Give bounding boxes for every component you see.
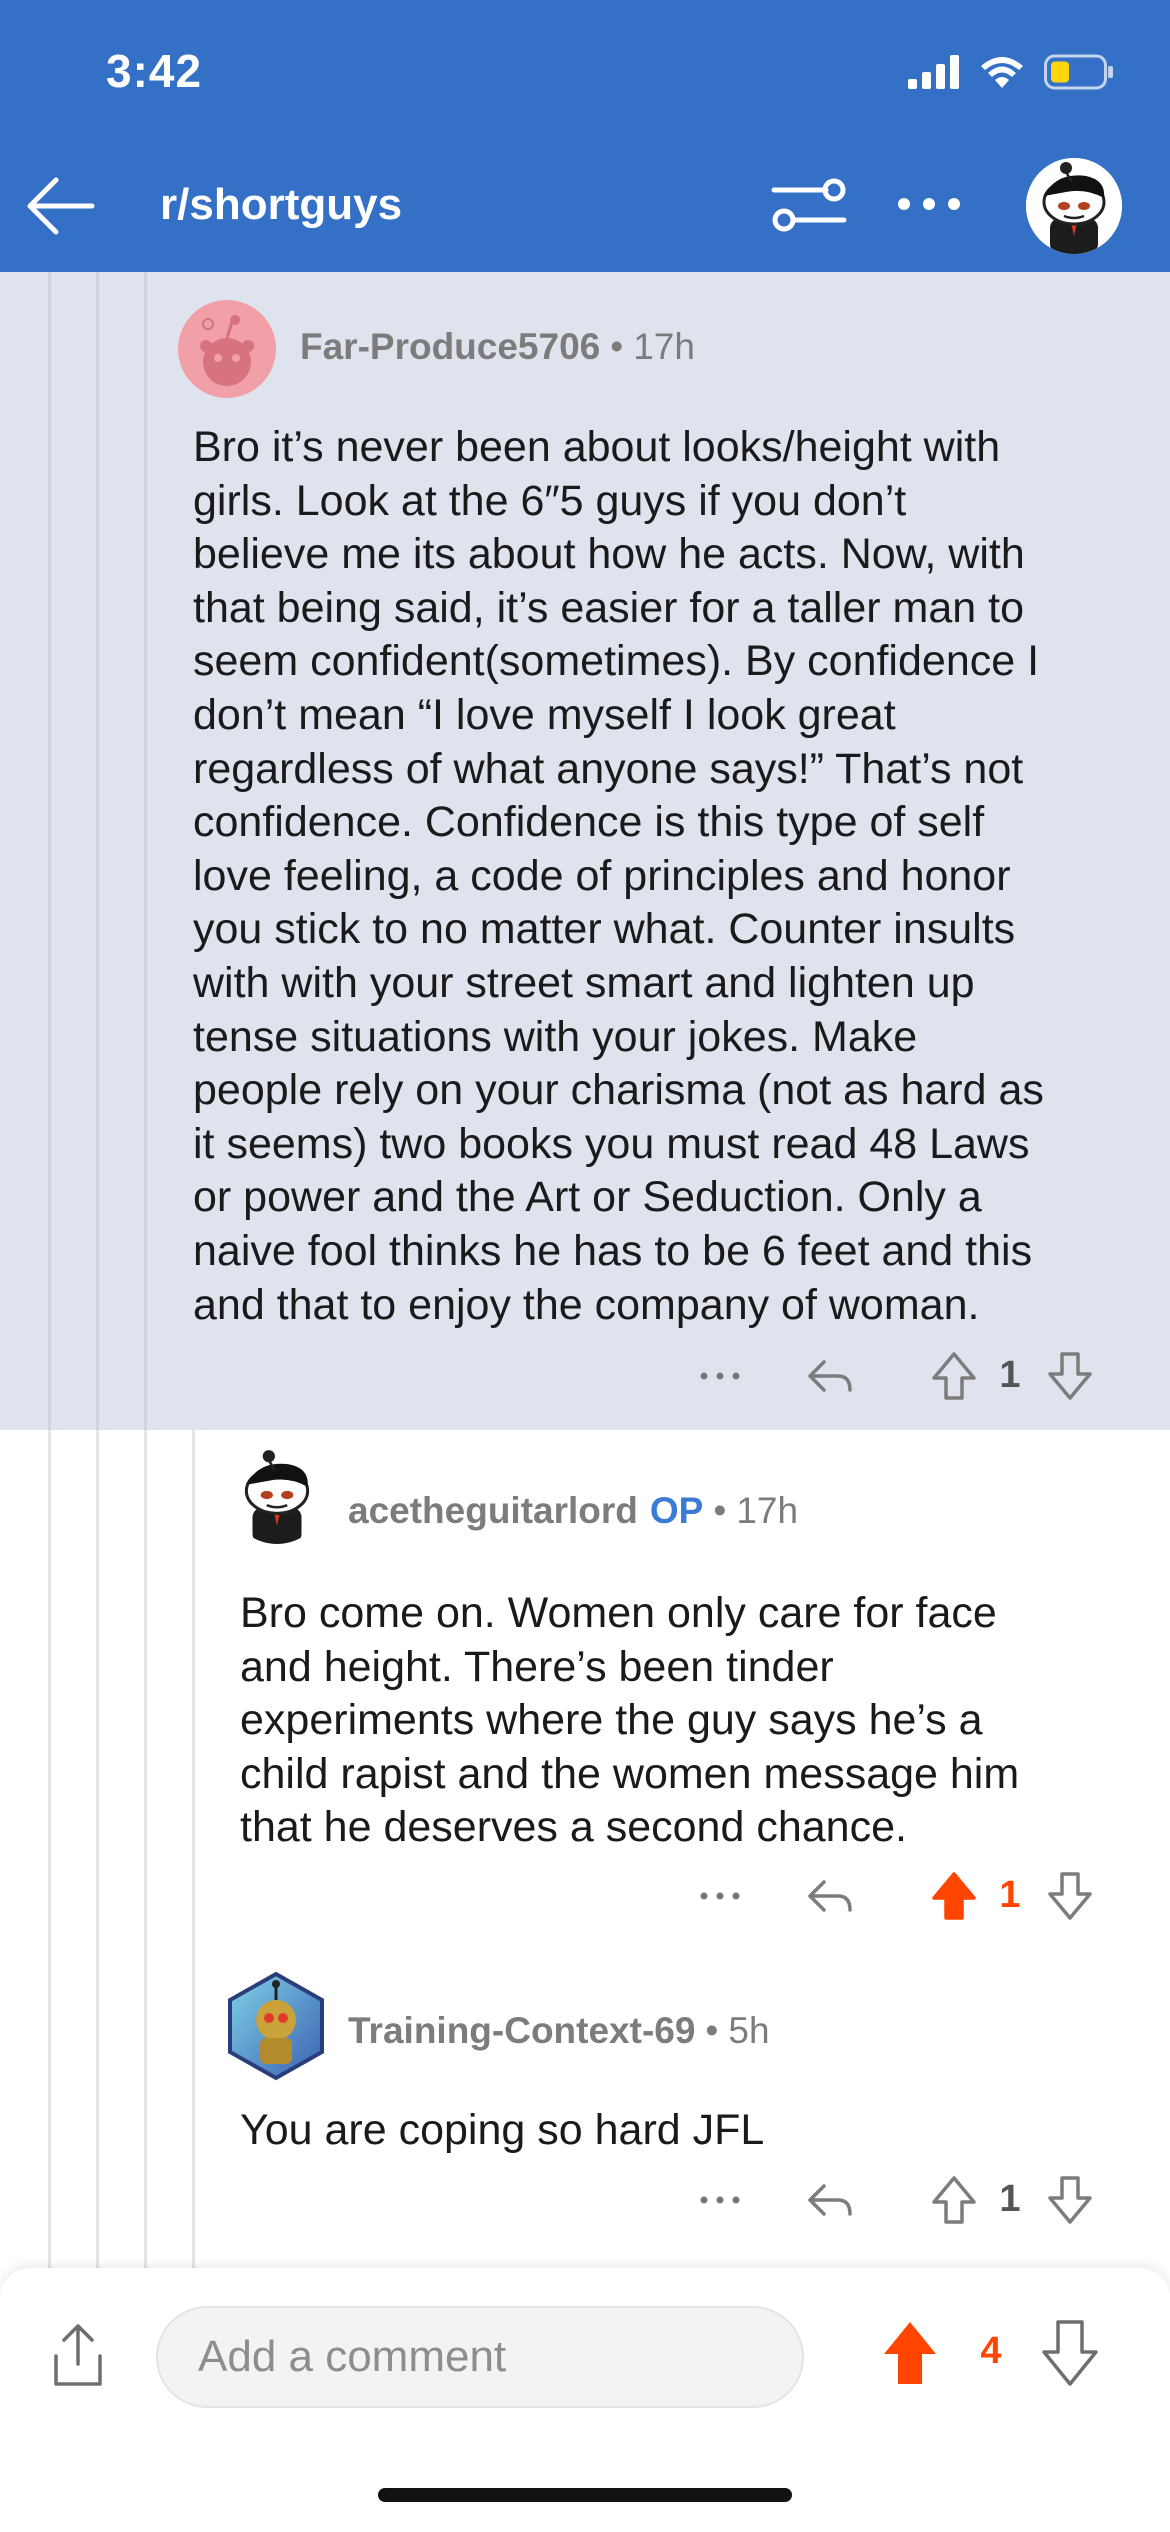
- post-downvote-icon[interactable]: [1040, 2318, 1100, 2388]
- downvote-icon[interactable]: [1044, 1866, 1096, 1926]
- top-header: 3:42 r/shortguys: [0, 0, 1170, 272]
- reply-icon[interactable]: [798, 1346, 858, 1406]
- comment-line: Bro it’s never been about looks/height w…: [193, 423, 1001, 471]
- cellular-signal-icon: [908, 55, 959, 89]
- share-icon[interactable]: [46, 2320, 110, 2392]
- comment-line: You are coping so hard JFL: [240, 2106, 765, 2154]
- snoo-avatar-icon: [1026, 158, 1122, 254]
- comment-body: Bro it’s never been about looks/height w…: [193, 421, 1044, 1332]
- comment-line: experiments where the guy says he’s a: [240, 1696, 983, 1745]
- comment-line: naive fool thinks he has to be 6 feet an…: [193, 1226, 1033, 1275]
- comment-line: believe me its about how he acts. Now, w…: [193, 530, 1025, 579]
- commenter-avatar[interactable]: [178, 300, 276, 398]
- comment-header: acetheguitarlord OP • 17h: [348, 1490, 798, 1532]
- thread-line[interactable]: [48, 272, 51, 1430]
- comment-line: confidence. Confidence is this type of s…: [193, 798, 985, 847]
- comment-body: Bro come on. Women only care for face an…: [240, 1587, 1019, 1855]
- comment-line: don’t mean “I love myself I look great: [193, 690, 896, 739]
- commenter-avatar[interactable]: [228, 1446, 326, 1544]
- op-flair: OP: [649, 1490, 704, 1531]
- comment-line: that he deserves a second chance.: [240, 1803, 907, 1852]
- comment-actions: 1: [690, 1346, 1100, 1406]
- upvote-icon[interactable]: [928, 1346, 980, 1406]
- upvote-icon-active[interactable]: [928, 1866, 980, 1926]
- status-icons: [908, 52, 1114, 92]
- comment-line: love feeling, a code of principles and h…: [193, 851, 1011, 900]
- comment-username[interactable]: acetheguitarlord: [348, 1490, 638, 1532]
- more-options-icon[interactable]: [690, 2170, 750, 2230]
- comment-line: people rely on your charisma (not as har…: [193, 1066, 1044, 1115]
- comment-line: girls. Look at the 6″5 guys if you don’t: [193, 476, 907, 525]
- comment-line: or power and the Art or Seduction. Only …: [193, 1173, 982, 1222]
- separator-dot: •: [713, 1490, 727, 1531]
- more-options-icon[interactable]: [896, 192, 962, 216]
- wifi-icon: [981, 57, 1023, 88]
- comment-header: Far-Produce5706 • 17h: [300, 326, 695, 368]
- commenter-avatar[interactable]: [220, 1970, 332, 2082]
- more-options-icon[interactable]: [690, 1866, 750, 1926]
- comment-username[interactable]: Training-Context-69: [348, 2010, 695, 2052]
- comment-time: 17h: [633, 326, 695, 367]
- comment-line: regardless of what anyone says!” That’s …: [193, 744, 1024, 793]
- comment-time: 5h: [728, 2010, 770, 2051]
- comment-line: child rapist and the women message him: [240, 1749, 1020, 1798]
- comment-line: seem confident(sometimes). By confidence…: [193, 637, 1040, 686]
- comment-line: that being said, it’s easier for a talle…: [193, 583, 1024, 632]
- downvote-icon[interactable]: [1044, 2170, 1096, 2230]
- comment-line: tense situations with your jokes. Make: [193, 1012, 918, 1061]
- back-arrow-icon[interactable]: [22, 168, 98, 244]
- comment-header: Training-Context-69 • 5h: [348, 2010, 770, 2052]
- post-upvote-icon-active[interactable]: [880, 2318, 940, 2388]
- sort-filter-icon[interactable]: [770, 174, 848, 238]
- comment-score: 1: [999, 1874, 1021, 1916]
- comment-score: 1: [999, 2178, 1021, 2220]
- thread-line[interactable]: [144, 272, 147, 1430]
- comment-score: 1: [999, 1354, 1021, 1396]
- post-score: 4: [980, 2330, 1002, 2372]
- separator-dot: •: [610, 326, 624, 367]
- downvote-icon[interactable]: [1044, 1346, 1096, 1406]
- home-indicator[interactable]: [378, 2488, 792, 2502]
- user-avatar[interactable]: [1026, 158, 1122, 254]
- upvote-icon[interactable]: [928, 2170, 980, 2230]
- thread-line[interactable]: [192, 1430, 195, 2268]
- snoo-avatar-icon: [244, 1450, 310, 1544]
- comment-username[interactable]: Far-Produce5706: [300, 326, 600, 368]
- status-time: 3:42: [106, 45, 203, 97]
- add-comment-input[interactable]: [156, 2306, 804, 2408]
- separator-dot: •: [705, 2010, 719, 2051]
- default-snoo-icon: [200, 315, 254, 386]
- comment-line: it seems) two books you must read 48 Law…: [193, 1119, 1030, 1168]
- comment-body: You are coping so hard JFL: [240, 2104, 764, 2158]
- reply-icon[interactable]: [798, 1866, 858, 1926]
- comment-line: and height. There’s been tinder: [240, 1642, 834, 1691]
- comment-line: and that to enjoy the company of woman.: [193, 1280, 980, 1329]
- subreddit-title[interactable]: r/shortguys: [160, 180, 402, 230]
- thread-line[interactable]: [96, 272, 99, 1430]
- reply-icon[interactable]: [798, 2170, 858, 2230]
- battery-icon: [1044, 54, 1113, 90]
- comment-line: you stick to no matter what. Counter ins…: [193, 905, 1016, 954]
- comment-line: with with your street smart and lighten …: [193, 958, 975, 1007]
- hexagon-avatar-icon: [228, 1971, 324, 2081]
- more-options-icon[interactable]: [690, 1346, 750, 1406]
- comment-actions: 1: [690, 2170, 1100, 2230]
- comment-actions: 1: [690, 1866, 1100, 1926]
- comment-line: Bro come on. Women only care for face: [240, 1589, 997, 1637]
- comment-time: 17h: [736, 1490, 799, 1531]
